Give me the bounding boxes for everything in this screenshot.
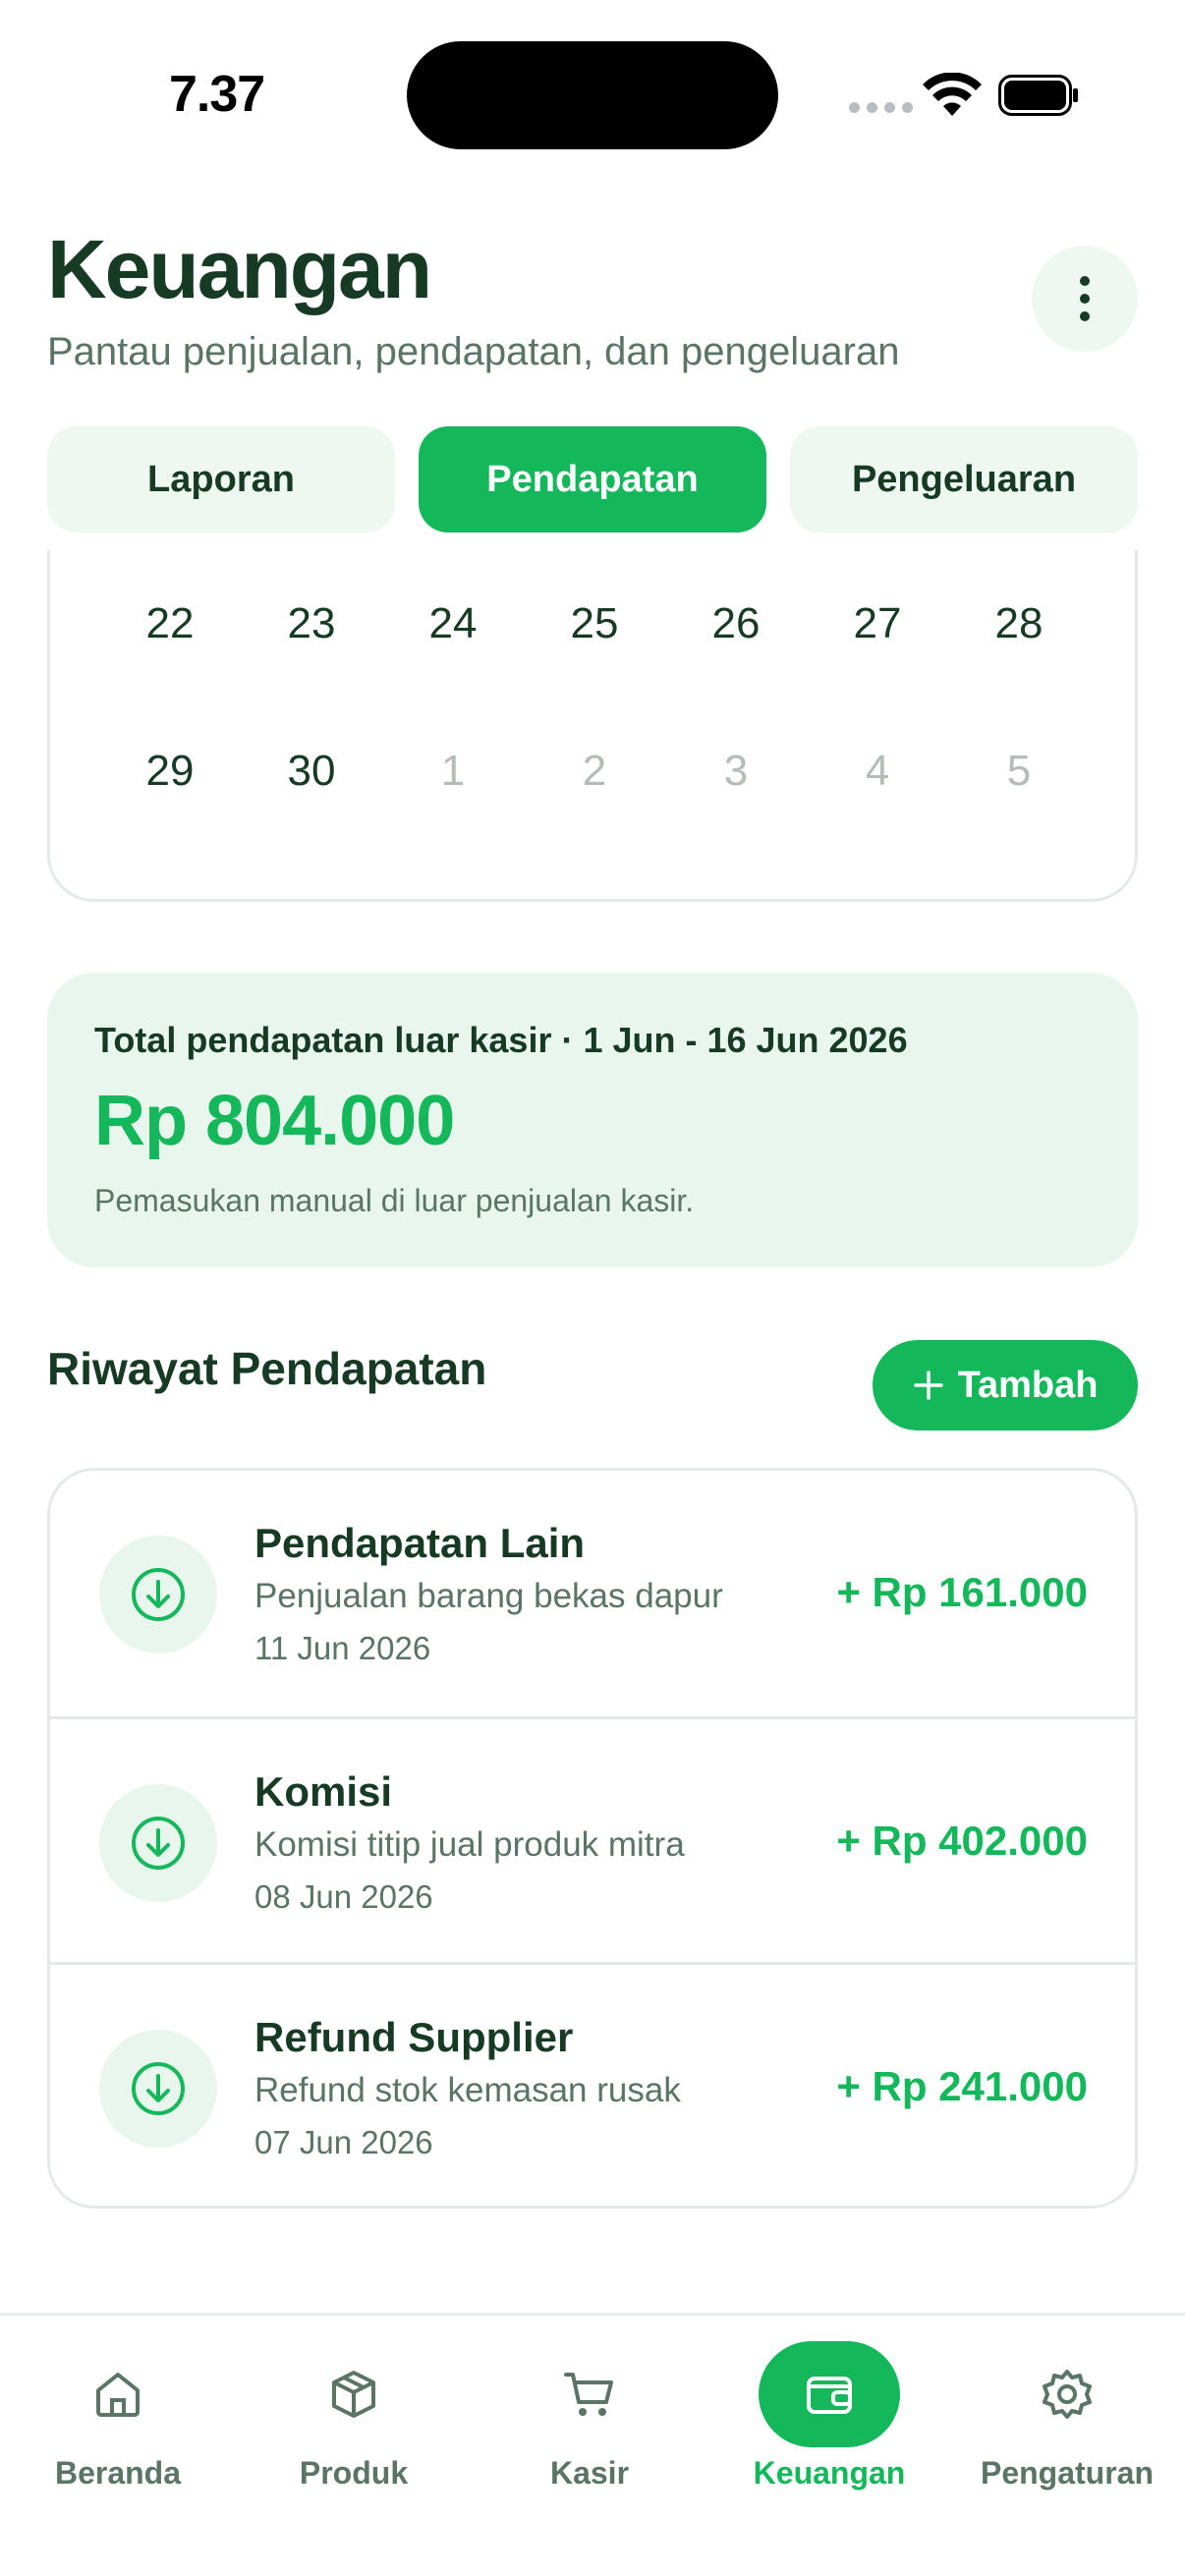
income-summary-card: Total pendapatan luar kasir · 1 Jun - 16… <box>47 973 1138 1267</box>
item-date: 07 Jun 2026 <box>254 2124 433 2160</box>
add-button-label: Tambah <box>957 1364 1099 1406</box>
plus-icon <box>913 1371 943 1400</box>
tab-pendapatan[interactable]: Pendapatan <box>419 426 766 532</box>
battery-icon <box>998 75 1078 116</box>
summary-label: Total pendapatan luar kasir · 1 Jun - 16… <box>94 1020 908 1060</box>
page-subtitle: Pantau penjualan, pendapatan, dan pengel… <box>47 330 900 373</box>
item-amount: + Rp 402.000 <box>836 1818 1088 1864</box>
item-description: Komisi titip jual produk mitra <box>254 1825 685 1864</box>
status-bar: 7.37 <box>0 0 1185 196</box>
finance-tabs: Laporan Pendapatan Pengeluaran <box>47 413 1138 550</box>
cellular-signal-icon <box>849 102 913 113</box>
item-title: Pendapatan Lain <box>254 1520 586 1566</box>
nav-label: Pengaturan <box>980 2455 1155 2491</box>
box-icon <box>283 2341 424 2447</box>
calendar-day[interactable]: 28 <box>960 599 1078 648</box>
calendar-day[interactable]: 26 <box>677 599 795 648</box>
more-vertical-icon <box>1080 276 1090 321</box>
calendar-day[interactable]: 24 <box>394 599 512 648</box>
nav-item-beranda[interactable]: Beranda <box>0 2316 236 2512</box>
summary-note: Pemasukan manual di luar penjualan kasir… <box>94 1183 695 1218</box>
item-amount: + Rp 241.000 <box>836 2063 1088 2109</box>
bottom-navigation: Beranda Produk Kasir Keuangan Pengaturan <box>0 2313 1185 2576</box>
nav-label: Keuangan <box>753 2455 906 2491</box>
nav-label: Beranda <box>54 2455 182 2491</box>
list-item[interactable]: Refund Supplier Refund stok kemasan rusa… <box>50 1962 1135 2206</box>
tab-laporan[interactable]: Laporan <box>47 426 395 532</box>
calendar-day[interactable]: 29 <box>111 747 229 796</box>
list-item[interactable]: Pendapatan Lain Penjualan barang bekas d… <box>50 1471 1135 1716</box>
nav-label: Kasir <box>549 2455 630 2491</box>
calendar-day[interactable]: 23 <box>253 599 370 648</box>
nav-item-produk[interactable]: Produk <box>236 2316 472 2512</box>
income-arrow-down-icon <box>99 2030 217 2148</box>
dynamic-island <box>407 41 778 149</box>
item-amount: + Rp 161.000 <box>836 1569 1088 1615</box>
income-arrow-down-icon <box>99 1784 217 1902</box>
nav-label: Produk <box>299 2455 409 2491</box>
calendar-day[interactable]: 27 <box>818 599 936 648</box>
section-title: Riwayat Pendapatan <box>47 1343 487 1394</box>
add-income-button[interactable]: Tambah <box>873 1340 1138 1430</box>
cart-icon <box>519 2341 660 2447</box>
page-title: Keuangan <box>47 223 432 315</box>
wallet-icon <box>759 2341 900 2447</box>
status-time: 7.37 <box>169 66 265 123</box>
nav-item-kasir[interactable]: Kasir <box>472 2316 707 2512</box>
calendar-day-outside-month: 5 <box>1006 747 1032 795</box>
nav-item-keuangan[interactable]: Keuangan <box>711 2316 947 2512</box>
wifi-icon <box>923 73 982 116</box>
more-options-button[interactable] <box>1032 246 1138 352</box>
item-title: Komisi <box>254 1768 393 1815</box>
calendar-day[interactable]: 25 <box>536 599 653 648</box>
calendar-day-outside-month: 3 <box>723 747 749 795</box>
calendar-day-outside-month: 2 <box>582 747 607 795</box>
gear-icon <box>996 2341 1138 2447</box>
calendar-day[interactable]: 30 <box>253 747 370 796</box>
item-date: 08 Jun 2026 <box>254 1878 433 1915</box>
nav-item-pengaturan[interactable]: Pengaturan <box>949 2316 1185 2512</box>
calendar-day[interactable]: 22 <box>111 599 229 648</box>
income-history-list: Pendapatan Lain Penjualan barang bekas d… <box>47 1468 1138 2209</box>
item-description: Penjualan barang bekas dapur <box>254 1577 723 1615</box>
item-date: 11 Jun 2026 <box>254 1630 431 1666</box>
item-description: Refund stok kemasan rusak <box>254 2071 681 2109</box>
income-arrow-down-icon <box>99 1536 217 1653</box>
calendar-day-outside-month: 4 <box>865 747 890 795</box>
tab-pengeluaran[interactable]: Pengeluaran <box>790 426 1138 532</box>
list-item[interactable]: Komisi Komisi titip jual produk mitra 08… <box>50 1716 1135 1962</box>
item-title: Refund Supplier <box>254 2014 574 2060</box>
calendar-day-outside-month: 1 <box>440 747 466 795</box>
summary-amount: Rp 804.000 <box>94 1082 455 1160</box>
home-icon <box>47 2341 189 2447</box>
